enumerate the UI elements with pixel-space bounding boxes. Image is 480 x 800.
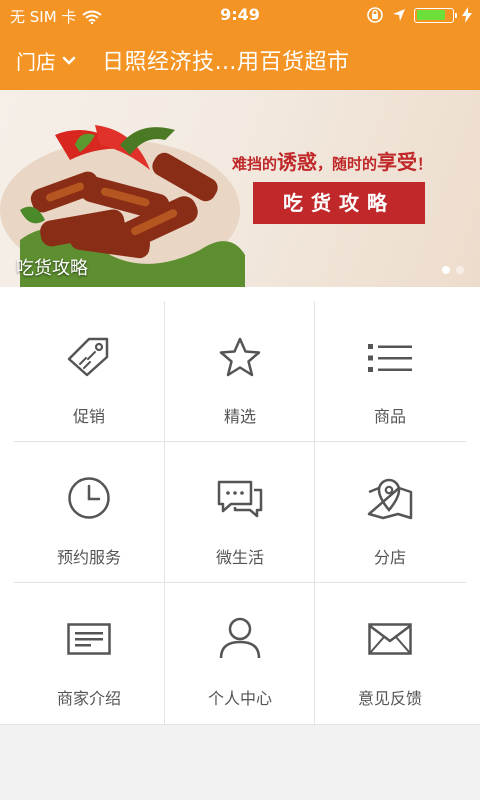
store-selector[interactable]: 门店 <box>16 46 76 75</box>
chat-bubbles-icon <box>217 480 263 518</box>
carousel-indicator <box>442 266 464 274</box>
charging-bolt-icon <box>462 7 472 23</box>
menu-item-branches[interactable]: 分店 <box>315 442 465 583</box>
user-icon <box>219 617 261 659</box>
menu-item-booking[interactable]: 预约服务 <box>14 442 164 583</box>
page-title: 日照经济技…用百货超市 <box>102 50 350 75</box>
promo-banner[interactable]: 难挡的诱惑，随时的享受！ 吃货攻略 吃货攻略 <box>0 90 480 287</box>
menu-item-user-center[interactable]: 个人中心 <box>165 583 315 724</box>
menu-item-label: 商品 <box>373 407 406 426</box>
menu-item-micro-life[interactable]: 微生活 <box>165 442 315 583</box>
menu-item-merchant-intro[interactable]: 商家介绍 <box>14 583 164 724</box>
slogan-emphasis-1: 诱惑 <box>277 150 318 174</box>
slogan-text-2: ，随时的 <box>317 155 378 173</box>
clock-icon <box>68 477 110 519</box>
menu-item-label: 微生活 <box>215 548 264 567</box>
status-right <box>366 6 472 24</box>
map-pin-icon <box>367 478 413 520</box>
slogan-end: ！ <box>417 155 433 173</box>
menu-item-products[interactable]: 商品 <box>315 301 465 442</box>
banner-caption: 吃货攻略 <box>16 258 88 279</box>
store-selector-label: 门店 <box>16 50 56 74</box>
envelope-icon <box>368 623 412 655</box>
star-icon <box>219 337 261 377</box>
menu-item-label: 分店 <box>373 548 406 567</box>
grid-divider <box>0 724 480 725</box>
carousel-dot-2[interactable] <box>456 266 464 274</box>
menu-item-label: 精选 <box>223 407 256 426</box>
card-icon <box>67 623 111 655</box>
menu-item-label: 促销 <box>72 407 105 426</box>
price-tag-icon <box>67 337 109 377</box>
battery-icon <box>414 7 457 23</box>
rotation-lock-icon <box>367 7 383 23</box>
menu-item-label: 商家介绍 <box>56 689 121 708</box>
menu-grid: 促销 精选 商品 预约服务 微生活 分店 商家介绍 个人中心 意见反馈 <box>0 287 480 725</box>
menu-item-featured[interactable]: 精选 <box>165 301 315 442</box>
menu-item-label: 个人中心 <box>207 689 272 708</box>
banner-cta-button[interactable]: 吃货攻略 <box>253 182 425 224</box>
menu-item-promotion[interactable]: 促销 <box>14 301 164 442</box>
menu-item-feedback[interactable]: 意见反馈 <box>315 583 465 724</box>
header: 无 SIM 卡 9:49 门店 日照经济技…用百货超市 <box>0 0 480 90</box>
list-icon <box>368 344 412 372</box>
battery-level-fill <box>416 10 445 20</box>
nav-bar: 门店 日照经济技…用百货超市 <box>0 30 480 90</box>
banner-slogan: 难挡的诱惑，随时的享受！ <box>232 146 432 175</box>
slogan-emphasis-2: 享受 <box>377 150 418 174</box>
slogan-text-1: 难挡的 <box>232 155 278 173</box>
location-arrow-icon <box>393 9 405 21</box>
carousel-dot-1[interactable] <box>442 266 450 274</box>
menu-item-label: 意见反馈 <box>357 689 422 708</box>
chevron-down-icon <box>62 56 76 65</box>
status-bar: 无 SIM 卡 9:49 <box>0 0 480 30</box>
menu-item-label: 预约服务 <box>56 548 121 567</box>
